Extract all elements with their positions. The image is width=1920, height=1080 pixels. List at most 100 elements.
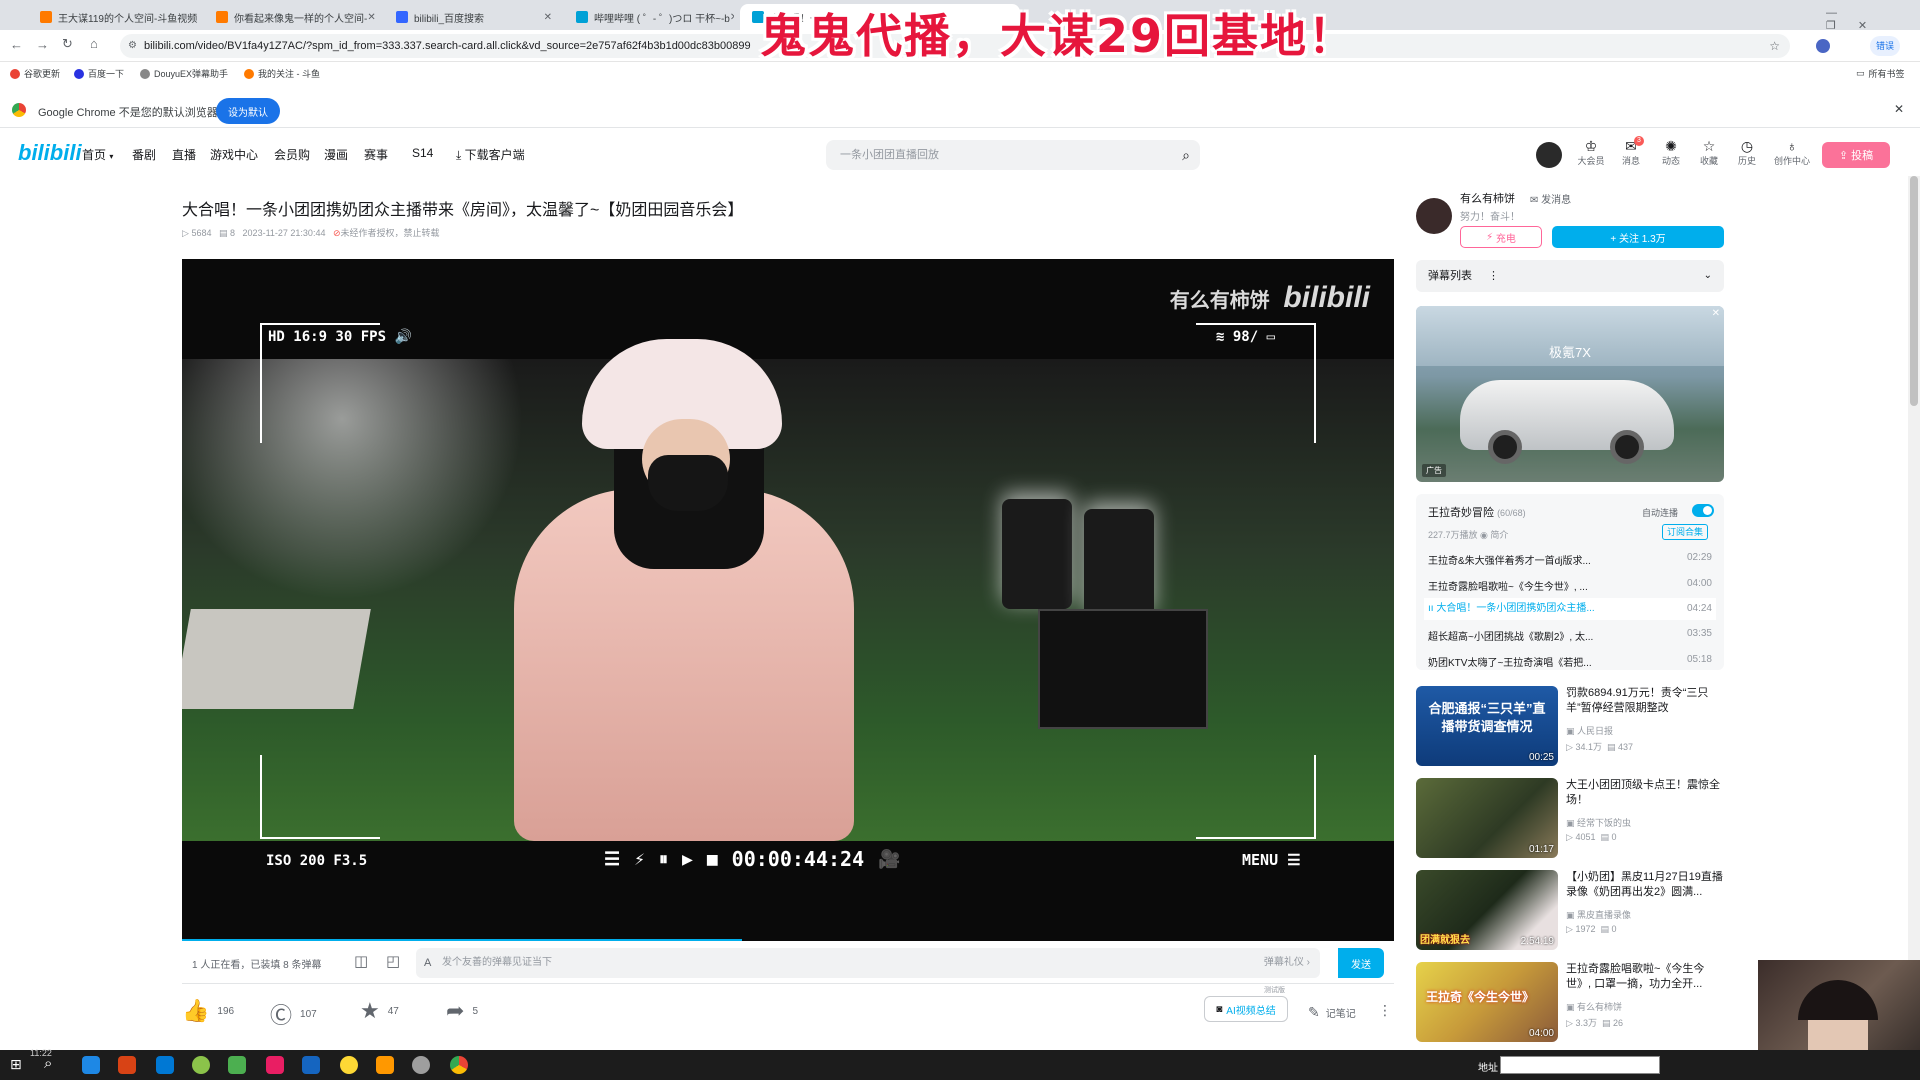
like-button[interactable]: 👍 196 xyxy=(182,998,234,1024)
danmaku-settings-icon[interactable]: ◰ xyxy=(386,952,400,970)
nav-game-center[interactable]: 游戏中心 xyxy=(210,146,258,163)
browser-tab[interactable]: 你看起来像鬼一样的个人空间- ✕ xyxy=(204,4,380,30)
home-icon[interactable]: ⌂ xyxy=(90,36,98,51)
edge-icon[interactable] xyxy=(82,1056,100,1074)
app-icon[interactable] xyxy=(118,1056,136,1074)
bilibili-logo[interactable]: bilibili xyxy=(18,140,82,166)
text-style-icon[interactable]: A xyxy=(424,948,431,978)
nav-live[interactable]: 直播 xyxy=(172,146,196,163)
play-icon[interactable]: ▶ xyxy=(682,849,693,870)
nav-esports[interactable]: 赛事 xyxy=(364,146,388,163)
recommended-video[interactable]: 王拉奇《今生今世》 04:00 王拉奇露脸唱歌啦~《今生今世》, 口罩一摘，功力… xyxy=(1416,962,1726,1042)
browser-tab[interactable]: 哔哩哔哩 ( ゜- ゜)つロ 干杯~-b ✕ xyxy=(564,4,734,30)
app-icon[interactable] xyxy=(412,1056,430,1074)
pause-icon[interactable]: ⏸ xyxy=(659,849,668,870)
uploader-name[interactable]: 有么有柿饼 xyxy=(1460,190,1515,206)
messages-link[interactable]: ✉ 消息 3 xyxy=(1616,136,1646,167)
search-input[interactable]: 一条小团团直播回放 ⌕ xyxy=(826,140,1200,170)
danmaku-input[interactable]: A 发个友善的弹幕见证当下 弹幕礼仪 › xyxy=(416,948,1320,978)
collection-title[interactable]: 王拉奇妙冒险 (60/68) xyxy=(1428,504,1526,520)
settings-icon[interactable]: ☰ xyxy=(604,849,620,870)
browser-tab[interactable]: bilibili_百度搜索 ✕ xyxy=(384,4,560,30)
nav-manga[interactable]: 漫画 xyxy=(324,146,348,163)
danmaku-list-toggle[interactable]: 弹幕列表 ⋮ ⌄ xyxy=(1416,260,1724,292)
nav-s14[interactable]: S14 xyxy=(412,146,433,160)
steam-icon[interactable] xyxy=(302,1056,320,1074)
nav-home[interactable]: 首页 ▾ xyxy=(82,146,113,163)
bookmark-item[interactable]: 我的关注 - 斗鱼 xyxy=(244,67,320,80)
close-icon[interactable]: ✕ xyxy=(730,12,734,23)
close-icon[interactable]: ✕ xyxy=(1712,308,1720,319)
close-icon[interactable]: ✕ xyxy=(197,12,198,23)
bookmark-item[interactable]: DouyuEX弹幕助手 xyxy=(140,67,228,80)
hud-menu[interactable]: MENU ☰ xyxy=(1242,851,1301,869)
send-danmaku-button[interactable]: 发送 xyxy=(1338,948,1384,978)
address-toolbar-input[interactable] xyxy=(1500,1056,1660,1074)
recommended-video[interactable]: 团满就狠去 2:54:19 【小奶团】黑皮11月27日19直播录像《奶团再出发2… xyxy=(1416,870,1726,950)
forward-icon[interactable]: → xyxy=(36,37,49,52)
window-controls[interactable]: —❐✕ xyxy=(1826,7,1920,32)
more-icon[interactable]: ⋮ xyxy=(1488,260,1499,292)
progress-bar[interactable] xyxy=(182,939,742,941)
site-info-icon[interactable]: ⚙ xyxy=(128,34,137,58)
avatar[interactable] xyxy=(1536,142,1562,168)
set-default-button[interactable]: 设为默认 xyxy=(216,98,280,124)
uploader-avatar[interactable] xyxy=(1416,198,1452,234)
playlist-item[interactable]: 王拉奇&朱大强伴着秀才一首dj版求... 02:29 xyxy=(1428,552,1712,567)
subscribe-collection-button[interactable]: 订阅合集 xyxy=(1662,524,1709,540)
flash-icon[interactable]: ⚡ xyxy=(634,849,645,870)
browser-tab[interactable]: 王大谋119的个人空间-斗鱼视频 ✕ xyxy=(28,4,198,30)
profile-avatar[interactable] xyxy=(1816,39,1830,53)
app-icon[interactable] xyxy=(156,1056,174,1074)
camera-icon[interactable]: 🎥 xyxy=(878,849,900,870)
send-message-link[interactable]: ✉ 发消息 xyxy=(1530,191,1571,206)
ad-banner[interactable]: 极氪7X 广告 ✕ xyxy=(1416,306,1724,482)
follow-button[interactable]: + 关注 1.3万 xyxy=(1552,226,1724,248)
playlist-item[interactable]: 王拉奇露脸唱歌啦~《今生今世》, ... 04:00 xyxy=(1428,578,1712,593)
recommended-video[interactable]: 合肥通报“三只羊”直播带货调查情况 00:25 罚款6894.91万元！责令“三… xyxy=(1416,686,1726,766)
bookmark-item[interactable]: 谷歌更新 xyxy=(10,67,60,80)
danmaku-etiquette-link[interactable]: 弹幕礼仪 › xyxy=(1264,948,1310,978)
recommended-video[interactable]: 01:17 大王小团团顶级卡点王！震惊全场！ ▣ 经常下饭的虫 ▷ 4051 ▤… xyxy=(1416,778,1726,858)
ai-summary-button[interactable]: ◙ AI视频总结 测试版 xyxy=(1204,987,1288,1022)
chrome-icon[interactable] xyxy=(450,1056,468,1074)
upload-button[interactable]: ⇪ 投稿 xyxy=(1822,142,1890,168)
bookmark-item[interactable]: 百度一下 xyxy=(74,67,124,80)
creator-center-link[interactable]: ♁ 创作中心 xyxy=(1772,138,1812,167)
favorites-link[interactable]: ☆ 收藏 xyxy=(1694,138,1724,167)
video-player[interactable]: 有么有柿饼 bilibili HD 16:9 30 FPS 🔊 ≋ 98/ ▭ … xyxy=(182,259,1394,941)
playlist-item-current[interactable]: ıı 大合唱！一条小团团携奶团众主播... 04:24 xyxy=(1424,598,1716,620)
close-icon[interactable]: ✕ xyxy=(367,12,375,23)
vip-link[interactable]: ♔ 大会员 xyxy=(1576,138,1606,167)
wechat-icon[interactable] xyxy=(228,1056,246,1074)
profile-error-badge[interactable]: 错误 xyxy=(1870,36,1901,56)
charge-button[interactable]: ⚡ 充电 xyxy=(1460,226,1542,248)
close-icon[interactable]: ✕ xyxy=(544,12,552,23)
history-link[interactable]: ◷ 历史 xyxy=(1732,138,1762,167)
favorite-button[interactable]: ★ 47 xyxy=(360,998,399,1024)
app-icon[interactable] xyxy=(340,1056,358,1074)
autoplay-toggle[interactable] xyxy=(1692,504,1714,517)
all-bookmarks[interactable]: ▭ 所有书签 xyxy=(1856,67,1905,80)
coin-button[interactable]: Ⓒ 107 xyxy=(270,998,317,1030)
app-icon[interactable] xyxy=(192,1056,210,1074)
app-icon[interactable] xyxy=(376,1056,394,1074)
back-icon[interactable]: ← xyxy=(10,37,23,52)
page-scrollbar[interactable] xyxy=(1908,176,1920,1050)
app-icon[interactable] xyxy=(266,1056,284,1074)
intro-link[interactable]: 简介 xyxy=(1490,530,1508,540)
nav-download[interactable]: ⤓ 下载客户端 xyxy=(456,146,525,163)
notes-button[interactable]: ✎ 记笔记 xyxy=(1308,1004,1356,1021)
danmaku-toggle-icon[interactable]: ◫ xyxy=(354,952,368,970)
more-icon[interactable]: ⋮ xyxy=(1378,1002,1392,1019)
bookmark-star-icon[interactable]: ☆ xyxy=(1769,34,1780,58)
playlist-item[interactable]: 超长超高~小团团挑战《歌剧2》, 太... 03:35 xyxy=(1428,628,1712,643)
dynamics-link[interactable]: ✺ 动态 xyxy=(1656,138,1686,167)
reload-icon[interactable]: ↻ xyxy=(62,36,73,52)
search-icon[interactable]: ⌕ xyxy=(1182,140,1190,170)
nav-anime[interactable]: 番剧 xyxy=(132,146,156,163)
stop-icon[interactable]: ■ xyxy=(707,849,718,870)
nav-mall[interactable]: 会员购 xyxy=(274,146,310,163)
share-button[interactable]: ➦ 5 xyxy=(446,998,478,1024)
scrollbar-thumb[interactable] xyxy=(1910,176,1918,406)
